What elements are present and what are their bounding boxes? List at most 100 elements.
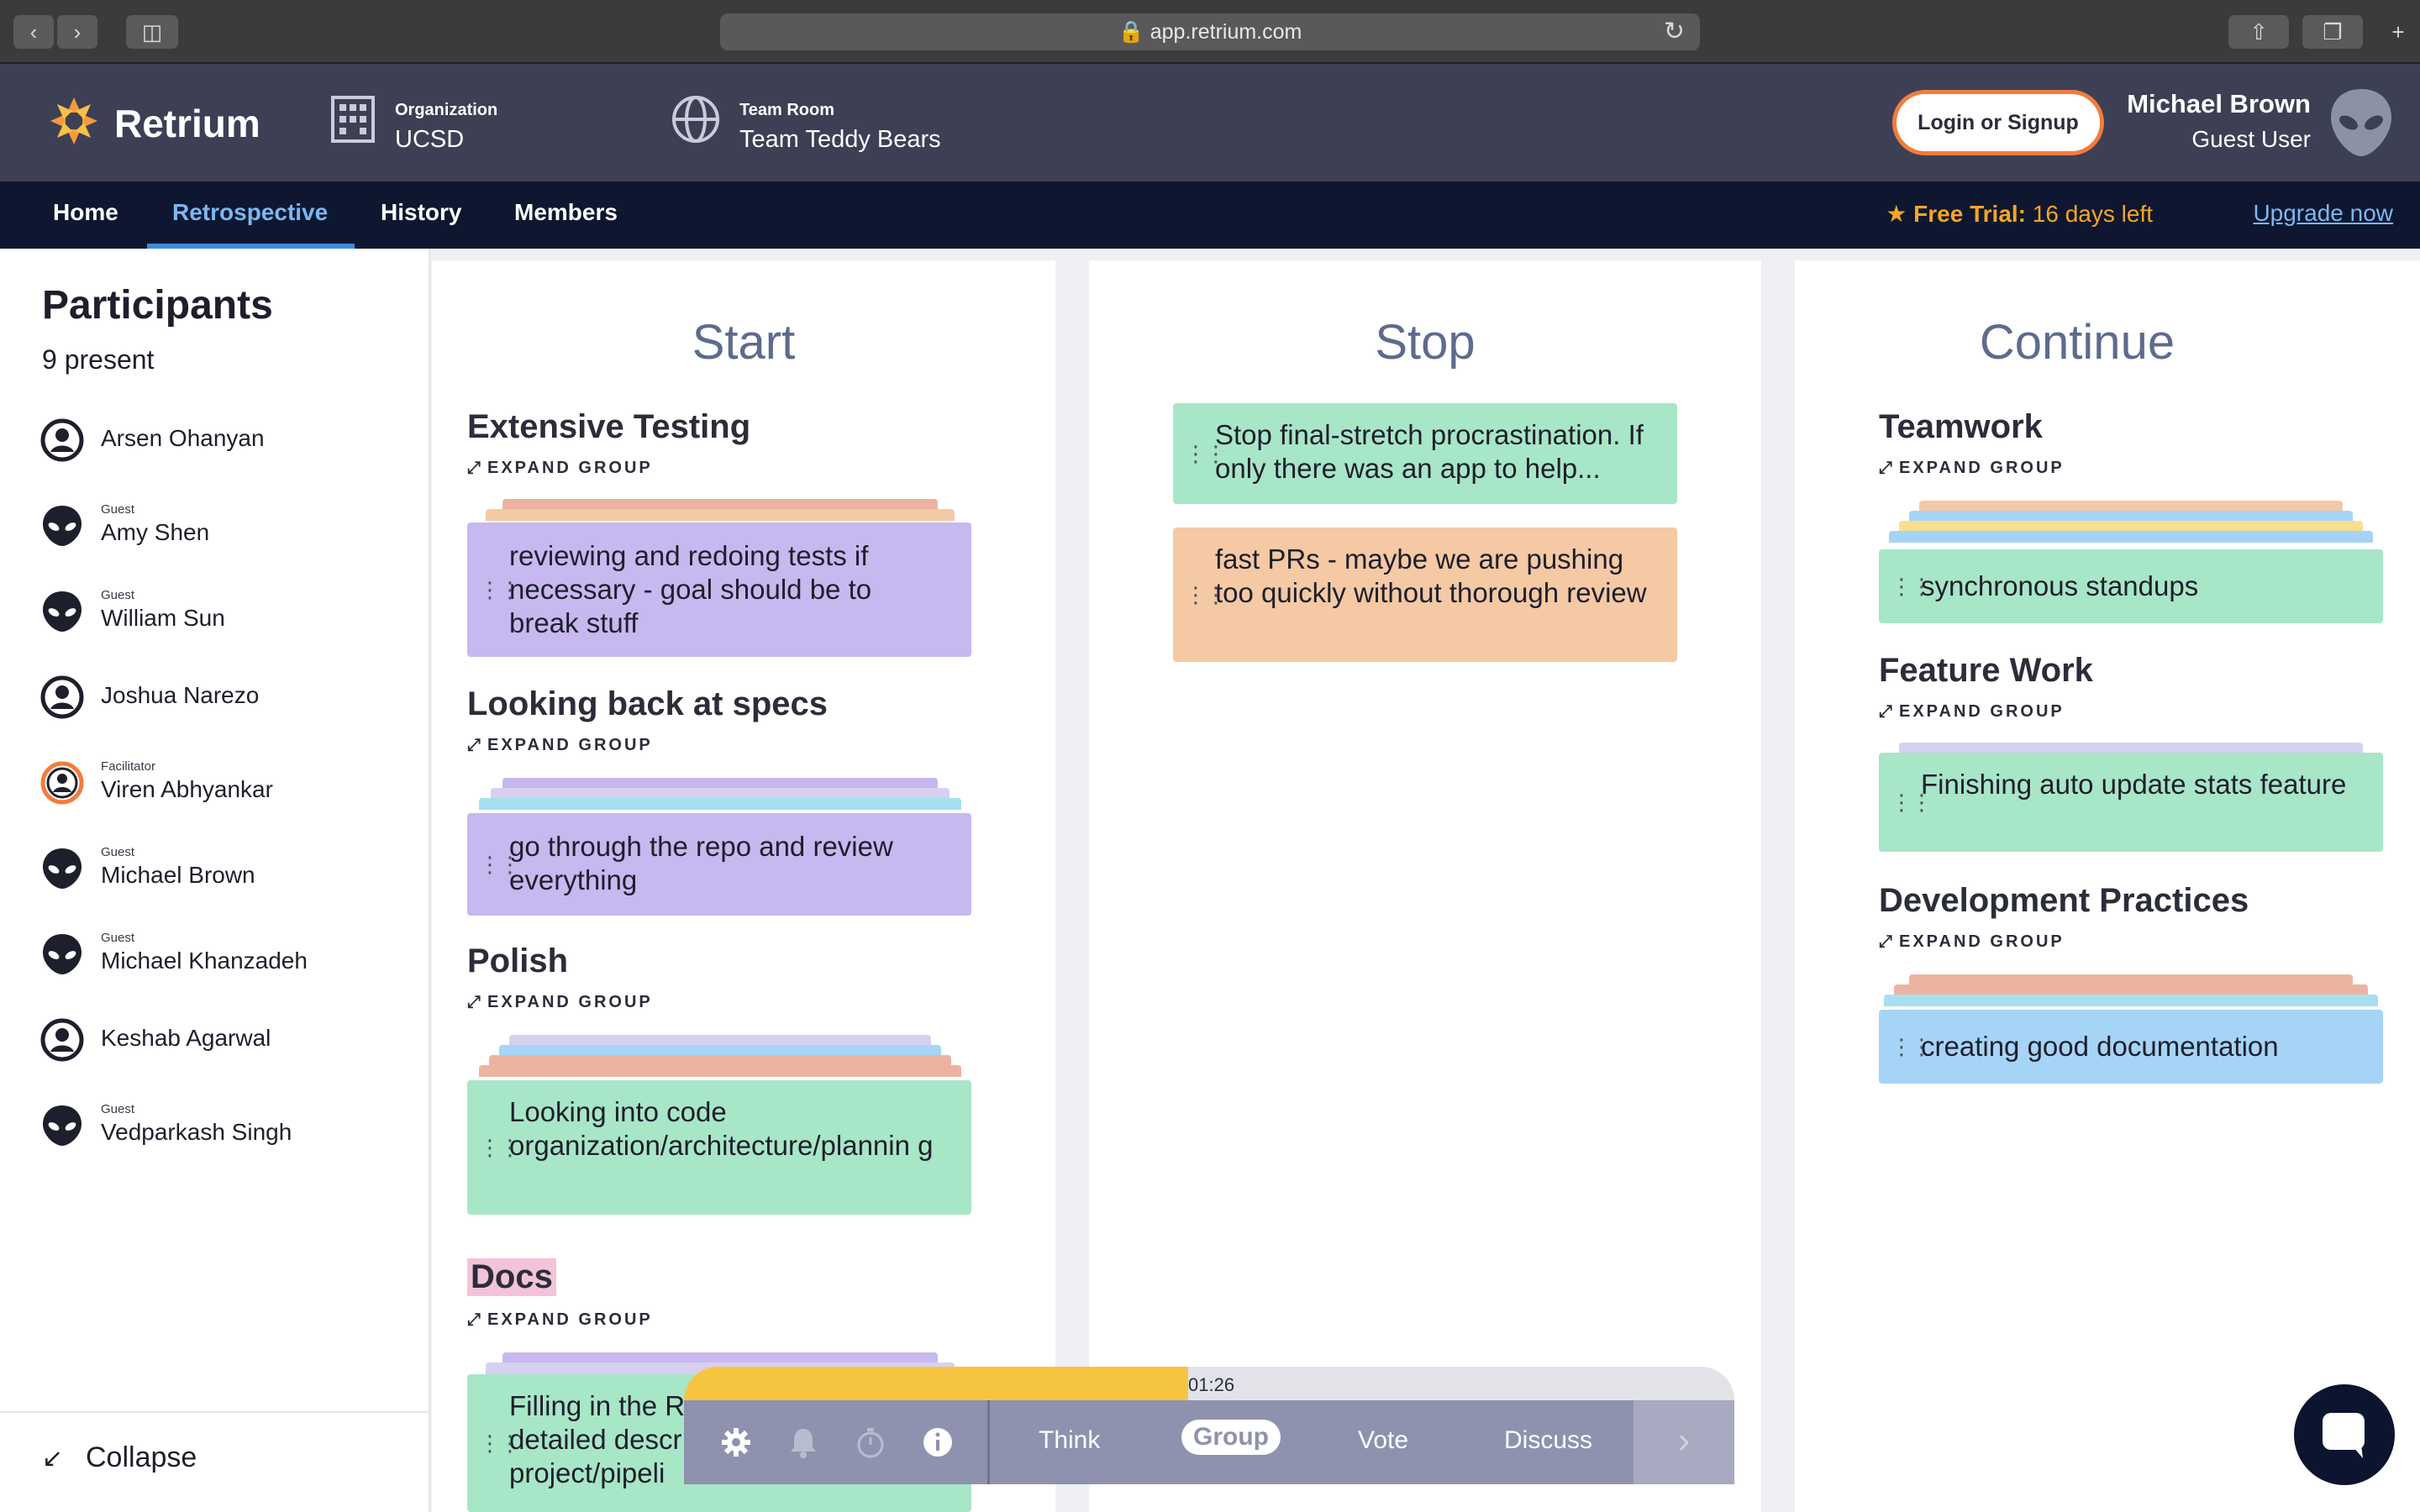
participant-item[interactable]: Joshua Narezo <box>40 669 410 727</box>
participant-item[interactable]: Guest Amy Shen <box>40 497 410 556</box>
sidebar-toggle-button[interactable]: ◫ <box>126 15 178 49</box>
expand-label: EXPAND GROUP <box>1899 702 2065 721</box>
back-button[interactable]: ‹ <box>13 15 54 49</box>
alien-icon <box>43 506 82 546</box>
collapse-button[interactable]: ↙ Collapse <box>42 1441 197 1474</box>
column-title: Stop <box>1375 315 1476 370</box>
drag-handle-icon[interactable]: ⋮⋮ <box>479 579 521 601</box>
chat-launcher-button[interactable] <box>2294 1384 2395 1485</box>
timer-readout: 01:26 <box>1188 1374 1235 1395</box>
participant-item[interactable]: Facilitator Viren Abhyankar <box>40 754 410 813</box>
organization-label: Organization <box>395 101 498 119</box>
note-card[interactable]: ⋮⋮ fast PRs - maybe we are pushing too q… <box>1173 528 1677 662</box>
login-signup-button[interactable]: Login or Signup <box>1892 90 2104 155</box>
note-card[interactable]: ⋮⋮ Finishing auto update stats feature <box>1879 753 2383 852</box>
group-title: Development Practices <box>1879 882 2249 919</box>
group-title: Docs <box>467 1258 556 1296</box>
participant-tag: Facilitator <box>101 759 156 774</box>
group-title: Extensive Testing <box>467 408 751 445</box>
nav-members[interactable]: Members <box>514 181 618 249</box>
expand-group-button[interactable]: ⤢ EXPAND GROUP <box>467 459 653 478</box>
note-card[interactable]: ⋮⋮ reviewing and redoing tests if necess… <box>467 522 971 657</box>
nav-home[interactable]: Home <box>53 181 118 249</box>
address-bar[interactable]: 🔒 app.retrium.com ↻ <box>720 13 1700 50</box>
chat-icon <box>2323 1413 2365 1458</box>
participants-count: 9 present <box>42 344 155 375</box>
expand-icon: ⤢ <box>467 736 481 754</box>
new-tab-button[interactable]: + <box>2381 15 2415 49</box>
trial-days: 16 days left <box>2032 201 2153 227</box>
share-button[interactable]: ⇧ <box>2228 15 2289 49</box>
expand-group-button[interactable]: ⤢ EXPAND GROUP <box>467 993 653 1012</box>
expand-icon: ⤢ <box>467 993 481 1011</box>
participant-tag: Guest <box>101 931 135 945</box>
participant-tag: Guest <box>101 845 135 859</box>
note-card[interactable]: ⋮⋮ go through the repo and review everyt… <box>467 813 971 916</box>
participant-name: Michael Khanzadeh <box>101 948 308 974</box>
participant-item[interactable]: Keshab Agarwal <box>40 1011 410 1070</box>
free-trial-notice: ★ Free Trial: 16 days left <box>1886 200 2153 228</box>
drag-handle-icon[interactable]: ⋮⋮ <box>1891 791 1933 813</box>
expand-icon: ⤢ <box>467 1310 481 1329</box>
drag-handle-icon[interactable]: ⋮⋮ <box>1185 443 1227 465</box>
drag-handle-icon[interactable]: ⋮⋮ <box>1185 584 1227 606</box>
participant-item[interactable]: Guest William Sun <box>40 583 410 642</box>
user-name: Michael Brown <box>2127 89 2311 118</box>
team-room-value[interactable]: Team Teddy Bears <box>739 126 941 154</box>
participant-item[interactable]: Guest Michael Khanzadeh <box>40 926 410 984</box>
stacked-card <box>486 509 955 521</box>
stopwatch-icon[interactable] <box>854 1425 887 1459</box>
drag-handle-icon[interactable]: ⋮⋮ <box>1891 575 1933 597</box>
star-icon: ★ <box>1886 201 1907 227</box>
stacked-card <box>479 1065 961 1077</box>
expand-group-button[interactable]: ⤢ EXPAND GROUP <box>1879 459 2065 478</box>
timer-progress <box>684 1367 1188 1404</box>
nav-retrospective[interactable]: Retrospective <box>172 181 328 249</box>
drag-handle-icon[interactable]: ⋮⋮ <box>1891 1036 1933 1058</box>
note-card[interactable]: ⋮⋮ Stop final-stretch procrastination. I… <box>1173 403 1677 504</box>
expand-group-button[interactable]: ⤢ EXPAND GROUP <box>467 736 653 755</box>
retrium-logo-icon[interactable] <box>47 94 101 148</box>
reload-icon[interactable]: ↻ <box>1664 13 1685 50</box>
stacked-card <box>479 798 961 810</box>
note-card[interactable]: ⋮⋮ Looking into code organization/archit… <box>467 1080 971 1215</box>
expand-icon: ⤢ <box>467 459 481 477</box>
collapse-arrows-icon: ↙ <box>42 1445 64 1473</box>
brand-name[interactable]: Retrium <box>114 101 260 146</box>
url-text: app.retrium.com <box>1150 20 1302 44</box>
expand-group-button[interactable]: ⤢ EXPAND GROUP <box>1879 932 2065 952</box>
info-icon[interactable] <box>921 1425 955 1459</box>
upgrade-link[interactable]: Upgrade now <box>2253 200 2393 227</box>
user-icon <box>40 418 84 462</box>
alien-avatar-icon[interactable] <box>2329 87 2393 158</box>
facilitator-tools <box>684 1400 990 1484</box>
team-room-label: Team Room <box>739 101 834 119</box>
drag-handle-icon[interactable]: ⋮⋮ <box>479 1137 521 1158</box>
nav-history[interactable]: History <box>381 181 461 249</box>
tabs-button[interactable]: ❐ <box>2302 15 2363 49</box>
drag-handle-icon[interactable]: ⋮⋮ <box>479 1432 521 1454</box>
participants-title: Participants <box>42 283 273 328</box>
gear-icon[interactable] <box>719 1425 753 1459</box>
phase-think[interactable]: Think <box>1039 1426 1100 1455</box>
forward-button[interactable]: › <box>57 15 97 49</box>
phase-vote[interactable]: Vote <box>1358 1426 1408 1455</box>
participant-name: Michael Brown <box>101 862 255 888</box>
building-icon <box>331 96 375 143</box>
organization-value[interactable]: UCSD <box>395 126 464 154</box>
participant-name: William Sun <box>101 605 225 631</box>
note-card[interactable]: ⋮⋮ synchronous standups <box>1879 549 2383 623</box>
participant-item[interactable]: Guest Vedparkash Singh <box>40 1097 410 1156</box>
drag-handle-icon[interactable]: ⋮⋮ <box>479 853 521 875</box>
phase-group[interactable]: Group <box>1181 1420 1281 1455</box>
expand-group-button[interactable]: ⤢ EXPAND GROUP <box>467 1310 653 1330</box>
user-icon <box>40 675 84 719</box>
note-card[interactable]: ⋮⋮ creating good documentation <box>1879 1010 2383 1084</box>
bell-icon[interactable] <box>786 1425 820 1459</box>
expand-group-button[interactable]: ⤢ EXPAND GROUP <box>1879 702 2065 722</box>
next-phase-button[interactable]: › <box>1634 1400 1734 1484</box>
phase-discuss[interactable]: Discuss <box>1504 1426 1592 1455</box>
participant-item[interactable]: Arsen Ohanyan <box>40 412 410 470</box>
participant-item[interactable]: Guest Michael Brown <box>40 840 410 899</box>
expand-label: EXPAND GROUP <box>487 736 653 754</box>
